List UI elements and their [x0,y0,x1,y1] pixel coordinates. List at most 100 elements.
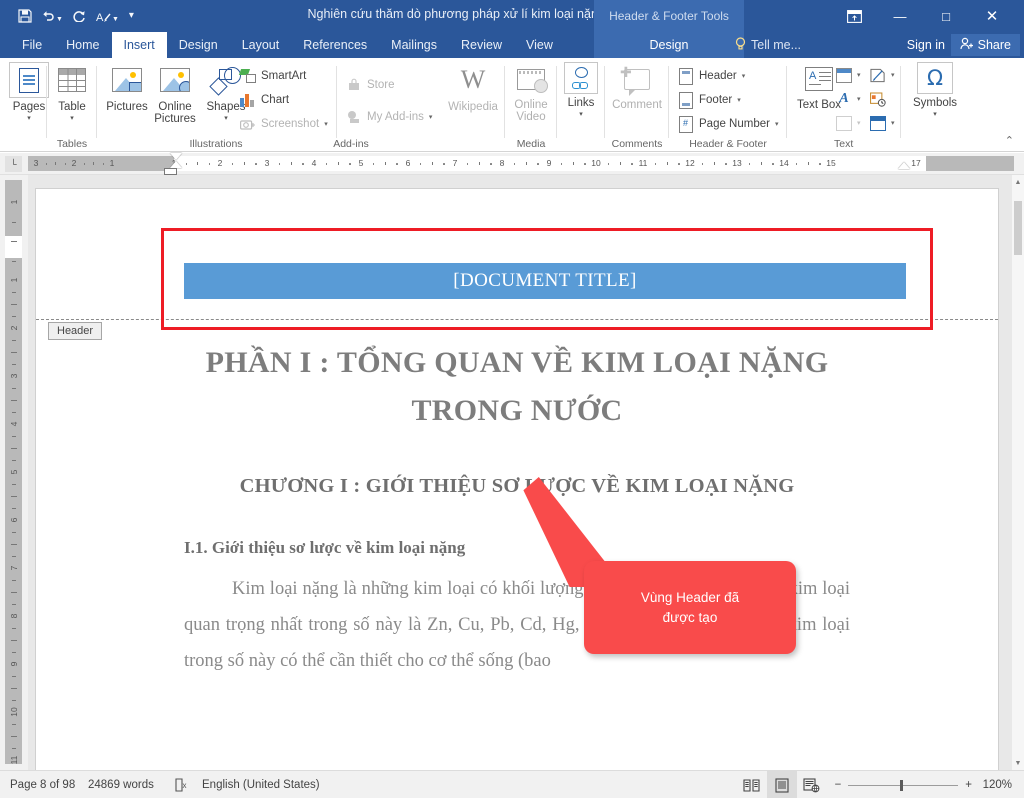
vruler-label: 1 [8,199,19,205]
zoom-slider[interactable] [848,779,959,791]
ruler-tick [64,163,66,165]
pages-dropdown-icon[interactable]: ▾ [27,114,31,122]
symbols-dropdown-icon[interactable]: ▾ [933,110,937,118]
comment-button[interactable]: ✚ Comment [608,62,666,134]
minimize-button[interactable]: — [877,0,923,32]
ruler-tick [490,163,492,165]
zoom-slider-thumb[interactable] [900,779,904,791]
page-number-label: Page Number [699,118,770,130]
smartart-button[interactable]: SmartArt [238,65,307,87]
wordart-dropdown-icon[interactable]: ▾ [857,95,861,103]
quick-parts-dropdown-icon[interactable]: ▾ [857,71,861,79]
left-indent-marker[interactable] [164,168,177,175]
collapse-ribbon-icon[interactable]: ⌃ [1005,134,1014,147]
scroll-up-icon[interactable]: ▲ [1012,175,1024,189]
first-line-indent-marker[interactable] [170,153,182,160]
document-page[interactable]: [DOCUMENT TITLE] Header PHẦN I : TỔNG QU… [36,189,998,770]
zoom-out-button[interactable]: − [835,779,842,791]
header-button[interactable]: Header ▾ [678,65,745,87]
zoom-in-button[interactable]: + [965,779,972,791]
document-body[interactable]: PHẦN I : TỔNG QUAN VỀ KIM LOẠI NẶNG TRON… [36,339,998,679]
signature-line-dropdown-icon[interactable]: ▾ [891,71,895,79]
horizontal-ruler[interactable]: └ 3 2 1 1 2 3 4 5 6 7 8 9 10 11 12 13 14 15 17 [0,153,1024,175]
tab-insert[interactable]: Insert [111,32,167,58]
shapes-dropdown-icon[interactable]: ▾ [224,114,228,122]
vruler-tick [12,628,16,629]
links-dropdown-icon[interactable]: ▾ [579,110,583,118]
word-count[interactable]: 24869 words [88,771,154,798]
right-indent-marker[interactable] [898,162,910,169]
quick-parts-button[interactable]: ▾ [836,64,861,86]
table-button[interactable]: Table ▾ [43,62,101,134]
ruler-tick [243,162,245,165]
links-button[interactable]: Links ▾ [552,62,610,134]
header-dropdown-icon[interactable]: ▾ [742,72,746,80]
wikipedia-button[interactable]: W Wikipedia [444,62,502,134]
web-layout-icon[interactable] [797,771,827,798]
divider [604,66,605,138]
tab-review[interactable]: Review [449,32,514,58]
scroll-down-icon[interactable]: ▼ [1012,756,1024,770]
sign-in-button[interactable]: Sign in [907,32,945,58]
store-button[interactable]: Store [346,74,395,96]
save-icon[interactable] [18,9,32,23]
tab-header-footer-design[interactable]: Design [638,38,701,52]
tab-references[interactable]: References [291,32,379,58]
chart-button[interactable]: Chart [240,89,289,111]
ruler-label: 5 [358,158,364,168]
ribbon-group-comments: ✚ Comment Comments [606,58,668,152]
footer-button[interactable]: Footer ▾ [678,89,741,111]
format-painter-icon[interactable]: A ▼ [96,10,119,23]
hanging-indent-marker[interactable] [170,161,182,168]
ruler-tick [760,162,762,165]
symbols-label: Symbols [912,97,958,109]
page-indicator[interactable]: Page 8 of 98 [10,771,75,798]
redo-icon[interactable] [73,10,86,22]
page-number-dropdown-icon[interactable]: ▾ [775,120,779,128]
vruler-tick [12,604,16,605]
tab-layout[interactable]: Layout [230,32,292,58]
wordart-button[interactable]: A ▾ [836,88,861,110]
object-dropdown-icon[interactable]: ▾ [891,119,895,127]
tab-stop-selector[interactable]: └ [5,156,22,172]
vruler-tick [12,260,16,262]
document-canvas[interactable]: [DOCUMENT TITLE] Header PHẦN I : TỔNG QU… [28,175,1024,770]
page-number-button[interactable]: Page Number ▾ [678,113,778,135]
language-indicator[interactable]: English (United States) [202,771,320,798]
object-button[interactable]: ▾ [870,112,895,134]
table-dropdown-icon[interactable]: ▾ [70,114,74,122]
proofing-errors-icon[interactable]: x [175,771,190,798]
online-pictures-button[interactable]: Online Pictures [146,62,204,134]
my-addins-dropdown-icon[interactable]: ▾ [429,113,433,121]
close-button[interactable]: ✕ [969,0,1015,32]
tab-design[interactable]: Design [167,32,230,58]
signature-line-button[interactable]: ▾ [870,64,895,86]
share-button[interactable]: Share [950,34,1020,56]
tab-home[interactable]: Home [54,32,111,58]
ribbon-display-options-icon[interactable] [831,0,877,32]
zoom-level[interactable]: 120% [980,779,1024,791]
scrollbar-thumb[interactable] [1014,201,1022,255]
date-time-button[interactable] [870,88,886,110]
tab-mailings[interactable]: Mailings [379,32,449,58]
tell-me-box[interactable]: Tell me... [735,32,801,58]
symbols-button[interactable]: Ω Symbols ▾ [906,62,964,134]
drop-cap-button[interactable]: ▾ [836,112,861,134]
screenshot-button[interactable]: Screenshot ▾ [240,113,328,135]
print-layout-icon[interactable] [766,771,797,798]
my-addins-icon [346,109,362,125]
maximize-button[interactable]: □ [923,0,969,32]
tab-view[interactable]: View [514,32,565,58]
drop-cap-dropdown-icon[interactable]: ▾ [857,119,861,127]
customize-qat-icon[interactable]: ▾ [129,11,134,21]
read-mode-icon[interactable] [737,771,767,798]
footer-dropdown-icon[interactable]: ▾ [737,96,741,104]
vertical-ruler[interactable]: 1 1 2 3 4 5 6 7 8 9 10 11 [0,175,28,770]
zoom-control[interactable]: − + [827,779,980,791]
tab-file[interactable]: File [10,32,55,58]
my-addins-button[interactable]: My Add-ins ▾ [346,106,432,128]
vertical-scrollbar[interactable]: ▲ ▼ [1012,175,1024,770]
undo-icon[interactable]: ▼ [42,10,63,23]
smartart-label: SmartArt [261,70,307,82]
screenshot-dropdown-icon[interactable]: ▾ [324,120,328,128]
